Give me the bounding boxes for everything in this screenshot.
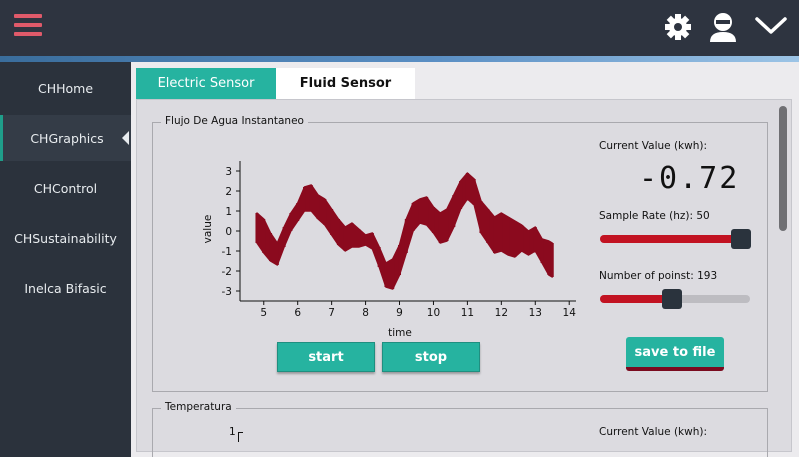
points-label: Number of poinst: 193: [599, 270, 718, 282]
x-axis-label: time: [388, 327, 412, 339]
x-tick-label: 8: [362, 307, 369, 319]
y-tick-label: -1: [222, 246, 232, 258]
chevron-down-icon[interactable]: [754, 16, 788, 36]
y-tick-label: 2: [225, 186, 232, 198]
start-button[interactable]: start: [277, 342, 375, 372]
slider-handle[interactable]: [662, 289, 682, 309]
sidebar-item-chsustainability[interactable]: CHSustainability: [0, 215, 131, 261]
sidebar-item-label: CHControl: [33, 180, 98, 196]
user-avatar-icon[interactable]: [708, 11, 738, 43]
scrollbar-thumb[interactable]: [779, 106, 787, 231]
vertical-scrollbar[interactable]: [777, 106, 789, 446]
x-tick-label: 10: [427, 307, 440, 319]
x-tick-label: 14: [563, 307, 577, 319]
sidebar-item-chhome[interactable]: CHHome: [0, 65, 131, 111]
sample-rate-label: Sample Rate (hz): 50: [599, 210, 710, 222]
x-tick-label: 13: [529, 307, 542, 319]
y-tick-label: -2: [222, 266, 232, 278]
active-caret-icon: [122, 131, 129, 145]
y-axis-label: value: [202, 215, 214, 244]
sidebar-item-label: CHGraphics: [30, 130, 104, 146]
slider-handle[interactable]: [731, 229, 751, 249]
x-tick-label: 12: [495, 307, 508, 319]
x-tick-label: 9: [396, 307, 403, 319]
chart-series: [255, 172, 554, 290]
sidebar-item-chgraphics[interactable]: CHGraphics: [0, 115, 131, 161]
tab-panel: Flujo De Agua Instantaneo 5 6 7 8 9 10 11 12 13 1…: [136, 99, 792, 457]
temperature-axis-corner: [238, 432, 243, 442]
tab-fluid-sensor[interactable]: Fluid Sensor: [276, 68, 415, 99]
top-bar: [0, 0, 799, 62]
temperature-current-value-label: Current Value (kwh):: [599, 426, 707, 438]
flow-group: Flujo De Agua Instantaneo 5 6 7 8 9 10 11 12 13 1…: [152, 115, 768, 392]
temperature-group: Temperatura 1 Current Value (kwh):: [152, 401, 768, 457]
tab-electric-sensor[interactable]: Electric Sensor: [136, 68, 276, 99]
sidebar: CHHome CHGraphics CHControl CHSustainabi…: [0, 62, 131, 457]
y-tick-label: -3: [222, 286, 232, 298]
stop-button[interactable]: stop: [382, 342, 480, 372]
save-to-file-button[interactable]: save to file: [626, 337, 724, 371]
points-slider[interactable]: [600, 289, 750, 309]
x-tick-label: 6: [294, 307, 301, 319]
gear-icon[interactable]: [664, 13, 692, 41]
sidebar-item-label: CHSustainability: [14, 230, 117, 246]
slider-fill: [600, 235, 741, 243]
hamburger-menu-icon[interactable]: [14, 14, 42, 38]
sidebar-item-chcontrol[interactable]: CHControl: [0, 165, 131, 211]
flow-chart: 5 6 7 8 9 10 11 12 13 143210-1-2-3 time value: [202, 161, 577, 339]
x-tick-label: 11: [461, 307, 474, 319]
temperature-y-tick: 1: [229, 426, 236, 438]
y-tick-label: 0: [225, 226, 232, 238]
flow-group-title: Flujo De Agua Instantaneo: [161, 115, 308, 127]
sidebar-item-label: CHHome: [37, 80, 94, 96]
sidebar-item-inelca-bifasic[interactable]: Inelca Bifasic: [0, 265, 131, 311]
x-tick-label: 5: [260, 307, 267, 319]
main-content: Electric Sensor Fluid Sensor Flujo De Ag…: [131, 62, 799, 457]
current-value-display: -0.72: [639, 161, 740, 196]
current-value-label: Current Value (kwh):: [599, 140, 707, 152]
y-tick-label: 3: [225, 166, 232, 178]
sidebar-item-label: Inelca Bifasic: [24, 280, 107, 296]
x-tick-label: 7: [328, 307, 335, 319]
sample-rate-slider[interactable]: [600, 229, 751, 249]
temperature-group-title: Temperatura: [161, 401, 236, 413]
y-tick-label: 1: [225, 206, 232, 218]
